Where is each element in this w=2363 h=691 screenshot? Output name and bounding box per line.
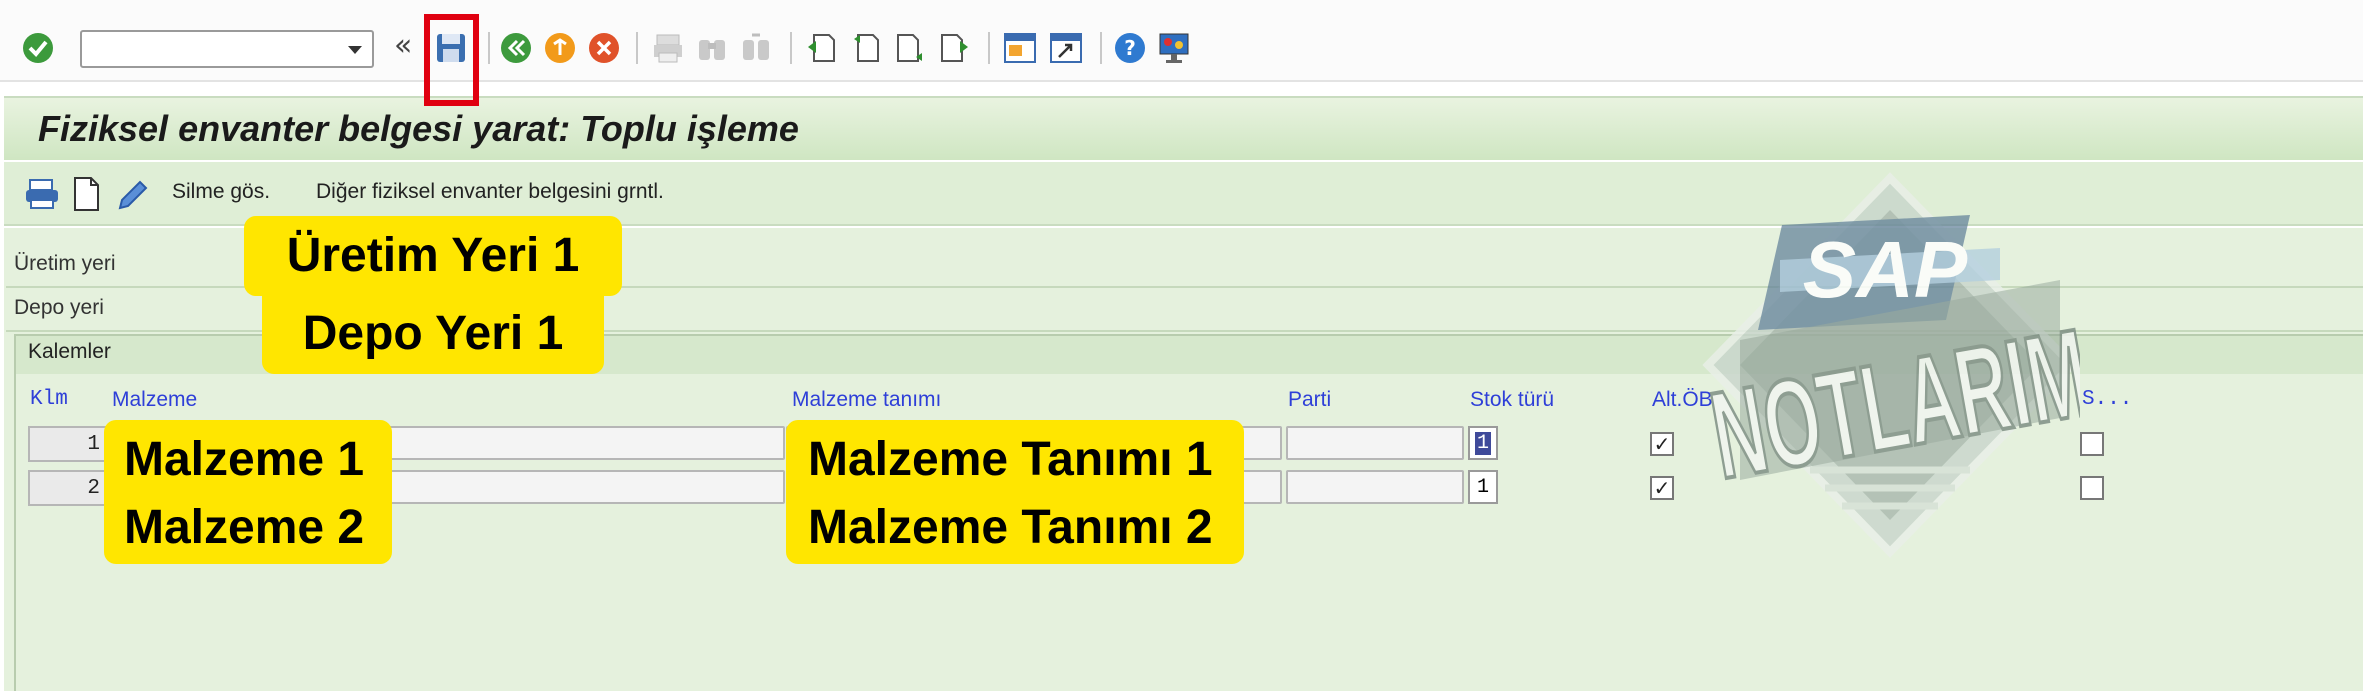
- find-icon[interactable]: [694, 30, 730, 66]
- toolbar-separator: [488, 32, 490, 64]
- chevron-down-icon[interactable]: [348, 46, 362, 54]
- svg-text:?: ?: [1124, 36, 1136, 60]
- annotation-descriptions: Malzeme Tanımı 1 Malzeme Tanımı 2: [786, 420, 1244, 564]
- next-page-icon[interactable]: [892, 30, 928, 66]
- save-highlight-box: [424, 14, 479, 106]
- s-checkbox[interactable]: [2080, 432, 2104, 456]
- alt-checkbox[interactable]: ✓: [1650, 432, 1674, 456]
- column-header-s[interactable]: S...: [2082, 388, 2132, 411]
- plant-label: Üretim yeri: [14, 252, 116, 275]
- stock-type-input[interactable]: 1: [1468, 470, 1498, 504]
- print-settings-icon[interactable]: [22, 174, 62, 214]
- new-document-icon[interactable]: [66, 174, 106, 214]
- edit-pen-icon[interactable]: [112, 174, 152, 214]
- customize-layout-icon[interactable]: [1156, 30, 1192, 66]
- column-header-item[interactable]: Klm: [30, 388, 68, 411]
- find-next-icon[interactable]: [738, 30, 774, 66]
- show-deletion-button[interactable]: Silme gös.: [172, 180, 270, 204]
- column-header-material[interactable]: Malzeme: [112, 388, 197, 412]
- storage-location-label: Depo yeri: [14, 296, 104, 319]
- annotation-material-2: Malzeme 2: [124, 501, 365, 554]
- item-number-cell: 1: [28, 426, 108, 462]
- annotation-storage: Depo Yeri 1: [262, 294, 604, 374]
- shortcut-icon[interactable]: [1048, 30, 1084, 66]
- stock-type-value: 1: [1474, 431, 1491, 455]
- enter-icon[interactable]: [20, 30, 56, 66]
- toolbar-separator: [790, 32, 792, 64]
- command-input[interactable]: [82, 32, 332, 66]
- last-page-icon[interactable]: [936, 30, 972, 66]
- back-icon[interactable]: [498, 30, 534, 66]
- toolbar-separator: [988, 32, 990, 64]
- cancel-icon[interactable]: [586, 30, 622, 66]
- stock-type-input[interactable]: 1: [1468, 426, 1498, 460]
- exit-icon[interactable]: [542, 30, 578, 66]
- toolbar-separator: [636, 32, 638, 64]
- toolbar-separator: [1100, 32, 1102, 64]
- annotation-material-1: Malzeme 1: [124, 433, 365, 486]
- first-page-icon[interactable]: [804, 30, 840, 66]
- item-number-cell: 2: [28, 470, 108, 506]
- title-bar: Fiziksel envanter belgesi yarat: Toplu i…: [4, 96, 2363, 160]
- items-group-title: Kalemler: [28, 340, 111, 363]
- sap-notlarim-watermark: SAP NOTLARIM: [1700, 170, 2100, 560]
- alt-checkbox[interactable]: ✓: [1650, 476, 1674, 500]
- column-header-batch[interactable]: Parti: [1288, 388, 1331, 412]
- previous-page-icon[interactable]: [848, 30, 884, 66]
- collapse-command-icon[interactable]: «: [394, 28, 412, 63]
- annotation-description-2: Malzeme Tanımı 2: [808, 501, 1213, 554]
- column-header-description[interactable]: Malzeme tanımı: [792, 388, 941, 412]
- column-header-stock-type[interactable]: Stok türü: [1470, 388, 1554, 412]
- create-session-icon[interactable]: [1002, 30, 1038, 66]
- watermark-sap-text: SAP: [1803, 225, 1968, 314]
- system-toolbar: « ?: [0, 0, 2363, 106]
- command-field[interactable]: [80, 30, 374, 68]
- help-icon[interactable]: ?: [1112, 30, 1148, 66]
- annotation-materials: Malzeme 1 Malzeme 2: [104, 420, 392, 564]
- page-title: Fiziksel envanter belgesi yarat: Toplu i…: [38, 108, 799, 149]
- s-checkbox[interactable]: [2080, 476, 2104, 500]
- annotation-plant: Üretim Yeri 1: [244, 216, 622, 296]
- print-icon[interactable]: [650, 30, 686, 66]
- other-document-button[interactable]: Diğer fiziksel envanter belgesini grntl.: [316, 180, 664, 204]
- batch-input[interactable]: [1286, 426, 1464, 460]
- stock-type-value: 1: [1476, 475, 1489, 499]
- annotation-description-1: Malzeme Tanımı 1: [808, 433, 1213, 486]
- batch-input[interactable]: [1286, 470, 1464, 504]
